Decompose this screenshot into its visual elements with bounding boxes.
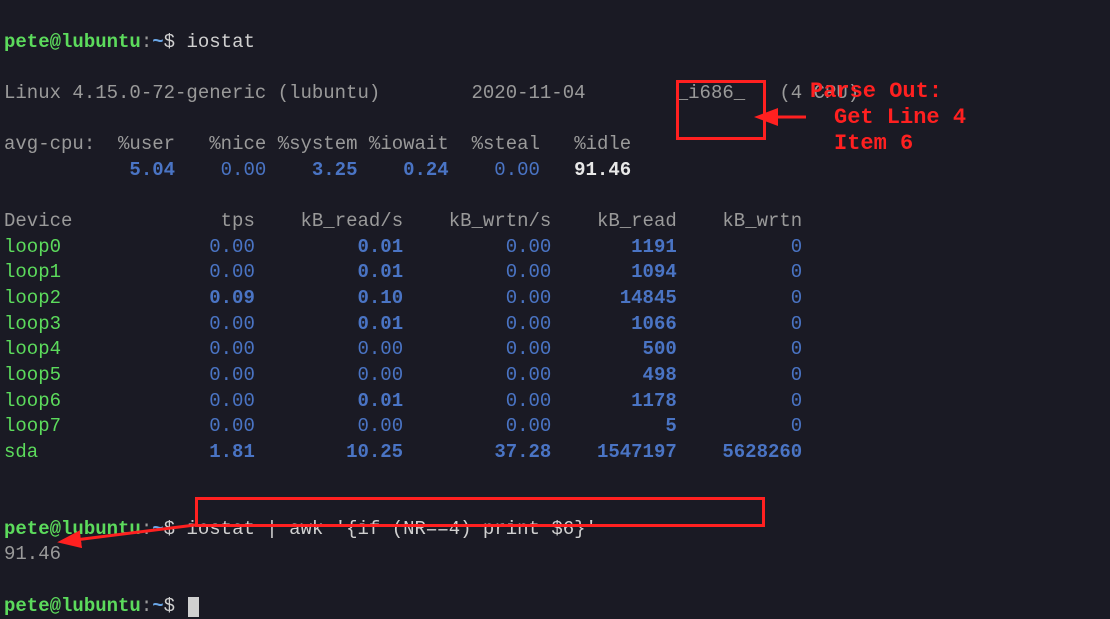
cpu-header-row: avg-cpu: %user %nice %system %iowait %st… — [4, 132, 1106, 158]
cpu-user: 5.04 — [129, 159, 175, 181]
table-row: loop2 0.09 0.10 0.00 14845 0 — [4, 286, 1106, 312]
dev-header-wr: kB_wrtn — [722, 210, 802, 232]
prompt-at: @ — [50, 595, 61, 617]
device-name: loop2 — [4, 287, 107, 309]
cpu-steal: 0.00 — [494, 159, 540, 181]
device-name: sda — [4, 441, 107, 463]
date-text: 2020-11-04 — [471, 82, 585, 104]
prompt-host: lubuntu — [61, 595, 141, 617]
prompt-dollar: $ — [164, 31, 175, 53]
prompt-dollar: $ — [164, 595, 175, 617]
prompt-line-2[interactable]: pete@lubuntu:~$ iostat | awk '{if (NR==4… — [4, 491, 1106, 542]
table-row: loop0 0.00 0.01 0.00 1191 0 — [4, 235, 1106, 261]
prompt-colon: : — [141, 595, 152, 617]
device-name: loop4 — [4, 338, 107, 360]
prompt-host: lubuntu — [61, 518, 141, 540]
prompt-host: lubuntu — [61, 31, 141, 53]
result-line: 91.46 — [4, 542, 1106, 568]
cpu-header-nice: %nice — [209, 133, 266, 155]
command-1: iostat — [186, 31, 254, 53]
blank-line-3 — [4, 466, 1106, 492]
cpu-iowait: 0.24 — [403, 159, 449, 181]
device-rows-container: loop0 0.00 0.01 0.00 1191 0loop1 0.00 0.… — [4, 235, 1106, 466]
command-2: iostat | awk '{if (NR==4) print $6}' — [186, 518, 596, 540]
blank-line-2 — [4, 183, 1106, 209]
prompt-at: @ — [50, 518, 61, 540]
prompt-line-3[interactable]: pete@lubuntu:~$ — [4, 568, 1106, 619]
result-value: 91.46 — [4, 543, 61, 565]
arch-text: _i686_ — [677, 82, 745, 104]
prompt-colon: : — [141, 31, 152, 53]
prompt-user: pete — [4, 31, 50, 53]
device-name: loop5 — [4, 364, 107, 386]
table-row: loop6 0.00 0.01 0.00 1178 0 — [4, 389, 1106, 415]
cpu-header-system: %system — [278, 133, 358, 155]
kernel-text: Linux 4.15.0-72-generic (lubuntu) — [4, 82, 380, 104]
dev-header-wrs: kB_wrtn/s — [449, 210, 552, 232]
prompt-path: ~ — [152, 595, 163, 617]
prompt-path: ~ — [152, 31, 163, 53]
prompt-user: pete — [4, 518, 50, 540]
annotation-line2: Item 6 — [834, 129, 913, 159]
cpu-header-idle: %idle — [574, 133, 631, 155]
prompt-colon: : — [141, 518, 152, 540]
device-header-row: Device tps kB_read/s kB_wrtn/s kB_read k… — [4, 209, 1106, 235]
table-row: loop3 0.00 0.01 0.00 1066 0 — [4, 312, 1106, 338]
prompt-dollar: $ — [164, 518, 175, 540]
table-row: sda 1.81 10.25 37.28 1547197 5628260 — [4, 440, 1106, 466]
cpu-nice: 0.00 — [221, 159, 267, 181]
table-row: loop7 0.00 0.00 0.00 5 0 — [4, 414, 1106, 440]
cpu-header-user: %user — [118, 133, 175, 155]
table-row: loop4 0.00 0.00 0.00 500 0 — [4, 337, 1106, 363]
device-name: loop0 — [4, 236, 107, 258]
prompt-at: @ — [50, 31, 61, 53]
cpu-header-steal: %steal — [472, 133, 540, 155]
cpu-idle: 91.46 — [574, 159, 631, 181]
cpu-header-iowait: %iowait — [369, 133, 449, 155]
device-name: loop1 — [4, 261, 107, 283]
device-name: loop6 — [4, 390, 107, 412]
cpu-system: 3.25 — [312, 159, 358, 181]
table-row: loop1 0.00 0.01 0.00 1094 0 — [4, 260, 1106, 286]
dev-header-tps: tps — [221, 210, 255, 232]
prompt-user: pete — [4, 595, 50, 617]
dev-header-rd: kB_read — [597, 210, 677, 232]
device-name: loop7 — [4, 415, 107, 437]
dev-header-rds: kB_read/s — [300, 210, 403, 232]
prompt-line-1[interactable]: pete@lubuntu:~$ iostat — [4, 4, 1106, 55]
dev-header-device: Device — [4, 210, 72, 232]
table-row: loop5 0.00 0.00 0.00 498 0 — [4, 363, 1106, 389]
prompt-path: ~ — [152, 518, 163, 540]
device-name: loop3 — [4, 313, 107, 335]
cpu-header-label: avg-cpu: — [4, 133, 95, 155]
cpu-values-row: 5.04 0.00 3.25 0.24 0.00 91.46 — [4, 158, 1106, 184]
cursor-icon — [188, 597, 199, 617]
